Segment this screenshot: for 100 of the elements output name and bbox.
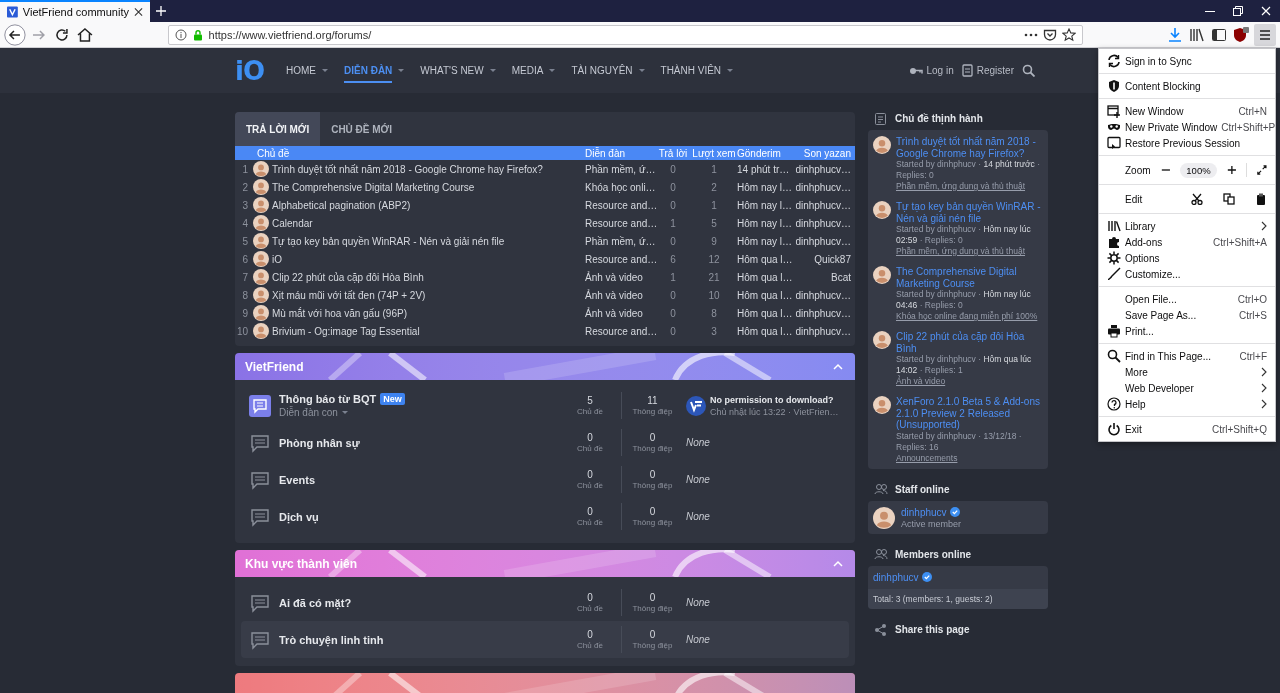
table-cell-text: 0: [669, 289, 677, 301]
caret-icon[interactable]: [398, 69, 405, 72]
cut-button[interactable]: [1191, 193, 1203, 205]
menu-item[interactable]: New Private Window Ctrl+Shift+P: [1099, 119, 1275, 135]
address-bar[interactable]: https://www.vietfriend.org/forums/: [167, 24, 1084, 45]
copy-button[interactable]: [1223, 193, 1235, 205]
star-icon[interactable]: [1062, 27, 1077, 42]
forum-row[interactable]: Ai đã có mặt? 0 Chủ đề 0 Thông điệp None: [235, 584, 855, 621]
chevron-up-icon[interactable]: [833, 363, 843, 370]
restore-icon[interactable]: [1233, 6, 1243, 16]
caret-icon[interactable]: [322, 69, 328, 72]
forum-row[interactable]: Thông báo từ BQT New Diễn đàn con 5 Chủ đề 11 Thông điệp No permission to download? Chủ nhật lúc 13:22 · VietFrien…: [235, 387, 855, 424]
member-link[interactable]: dinhphucv: [873, 571, 919, 583]
paste-button[interactable]: [1255, 193, 1267, 205]
thread-link[interactable]: The Comprehensive Digital Marketing Course: [272, 181, 585, 193]
menu-item[interactable]: Sign in to Sync: [1099, 53, 1275, 69]
browser-tab[interactable]: VietFriend community: [0, 0, 150, 22]
nav-tab[interactable]: MEDIA: [511, 58, 544, 83]
forum-link[interactable]: Trò chuyện linh tinh: [279, 633, 384, 646]
thread-link[interactable]: XenForo 2.1.0 Beta 5 & Add-ons 2.1.0 Preview 2 Released (Unsupported): [896, 396, 1043, 431]
thread-link[interactable]: Trình duyệt tốt nhất năm 2018 - Google Chrome hay Firefox?: [272, 163, 585, 175]
fullscreen-button[interactable]: [1257, 164, 1267, 176]
caret-icon[interactable]: [727, 69, 734, 72]
table-cell-text: 12: [707, 253, 721, 265]
forum-row[interactable]: Events 0 Chủ đề 0 Thông điệp None: [235, 461, 855, 498]
nav-tab[interactable]: TÀI NGUYÊN: [571, 58, 633, 83]
menu-item[interactable]: Print...: [1099, 323, 1275, 339]
thread-link[interactable]: Brivium - Og:image Tag Essential: [272, 325, 585, 337]
forum-link[interactable]: Phòng nhân sự: [279, 436, 360, 449]
zoom-level[interactable]: 100%: [1180, 162, 1217, 178]
table-cell-text: dinhphucv…: [794, 181, 852, 193]
menu-item[interactable]: More: [1099, 364, 1275, 380]
menu-item[interactable]: Options: [1099, 250, 1275, 266]
nav-tab[interactable]: HOME: [286, 58, 316, 83]
menu-item[interactable]: Find in This Page... Ctrl+F: [1099, 348, 1275, 364]
close-icon[interactable]: [134, 7, 143, 17]
forum-link[interactable]: Phần mềm, ứng dụng và thủ thuật: [896, 181, 1043, 192]
caret-icon[interactable]: [549, 69, 556, 72]
login-link[interactable]: Log in: [908, 65, 954, 76]
avatar: [873, 506, 895, 529]
forum-link[interactable]: Thông báo từ BQT: [279, 393, 377, 405]
tab[interactable]: CHỦ ĐỀ MỚI: [320, 112, 403, 146]
menu-item[interactable]: Add-ons Ctrl+Shift+A: [1099, 234, 1275, 250]
avatar: [873, 136, 891, 154]
member-link[interactable]: dinhphucv: [901, 506, 947, 518]
forum-link[interactable]: Phần mềm, ứng dụng và thủ thuật: [896, 246, 1043, 257]
menu-item[interactable]: Help: [1099, 396, 1275, 412]
search-icon[interactable]: [1022, 64, 1035, 77]
forum-link[interactable]: Ai đã có mặt?: [279, 596, 352, 609]
menu-item[interactable]: Content Blocking: [1099, 78, 1275, 94]
menu-item[interactable]: New Window Ctrl+N: [1099, 103, 1275, 119]
thread-link[interactable]: Xịt máu mũi với tất đen (74P + 2V): [272, 289, 585, 301]
subforums-link[interactable]: Diễn đàn con: [279, 407, 338, 418]
forum-link[interactable]: Events: [279, 473, 316, 486]
caret-icon[interactable]: [638, 69, 645, 72]
thread-link[interactable]: Tự tạo key bản quyền WinRAR - Nén và giải nén file: [896, 201, 1043, 224]
forum-link[interactable]: Ảnh và video: [896, 376, 1043, 387]
register-link[interactable]: Register: [961, 64, 1014, 77]
menu-item[interactable]: Library: [1099, 218, 1275, 234]
menu-button[interactable]: [1254, 23, 1277, 46]
forum-row[interactable]: Phòng nhân sự 0 Chủ đề 0 Thông điệp None: [235, 424, 855, 461]
chevron-up-icon[interactable]: [833, 560, 843, 567]
zoom-in-button[interactable]: [1226, 164, 1237, 176]
thread-link[interactable]: Calendar: [272, 217, 585, 229]
thread-link[interactable]: Trình duyệt tốt nhất năm 2018 - Google Chrome hay Firefox?: [896, 136, 1043, 159]
shield-icon[interactable]: [1232, 25, 1251, 44]
thread-link[interactable]: iO: [272, 253, 585, 265]
nav-tab[interactable]: DIỄN ĐÀN: [344, 58, 393, 83]
search-icon: [1107, 349, 1121, 363]
menu-item[interactable]: Exit Ctrl+Shift+Q: [1099, 421, 1275, 437]
tab[interactable]: TRẢ LỜI MỚI: [235, 112, 321, 146]
nav-tab[interactable]: THÀNH VIÊN: [660, 58, 722, 83]
stat-value: 0: [649, 506, 656, 517]
menu-item[interactable]: Web Developer: [1099, 380, 1275, 396]
caret-icon[interactable]: [341, 411, 348, 414]
thread-link[interactable]: Tự tạo key bản quyền WinRAR - Nén và giải nén file: [272, 235, 585, 247]
forum-link[interactable]: Khóa học online đang miễn phí 100%: [896, 311, 1043, 322]
thread-link[interactable]: No permission to download?: [710, 394, 839, 405]
caret-icon[interactable]: [489, 69, 496, 72]
forum-link[interactable]: Dịch vụ: [279, 510, 319, 523]
thread-link[interactable]: Alphabetical pagination (ABP2): [272, 199, 585, 211]
menu-item[interactable]: Save Page As... Ctrl+S: [1099, 307, 1275, 323]
thread-link[interactable]: Mù mắt với hoa văn gấu (96P): [272, 307, 585, 319]
forum-row[interactable]: Trò chuyện linh tinh 0 Chủ đề 0 Thông điệp None: [241, 621, 849, 658]
table-cell-text: 5: [710, 217, 718, 229]
row-number: 10: [235, 325, 249, 337]
menu-item[interactable]: Open File... Ctrl+O: [1099, 291, 1275, 307]
nav-tab[interactable]: WHAT'S NEW: [420, 58, 484, 83]
thread-link[interactable]: The Comprehensive Digital Marketing Course: [896, 266, 1043, 289]
menu-item[interactable]: Customize...: [1099, 266, 1275, 282]
back-button[interactable]: [4, 23, 26, 46]
site-logo[interactable]: iO: [235, 55, 267, 86]
menu-item[interactable]: Restore Previous Session: [1099, 135, 1275, 151]
thread-link[interactable]: Clip 22 phút của cặp đôi Hòa Bình: [272, 271, 585, 283]
forum-row[interactable]: Dịch vụ 0 Chủ đề 0 Thông điệp None: [235, 498, 855, 535]
table-cell-text: Quick87: [813, 253, 852, 265]
pocket-icon[interactable]: [1043, 27, 1058, 42]
thread-link[interactable]: Clip 22 phút của cặp đôi Hòa Bình: [896, 331, 1043, 354]
new-tab-icon[interactable]: [156, 6, 166, 16]
forum-link[interactable]: Announcements: [896, 452, 1043, 464]
